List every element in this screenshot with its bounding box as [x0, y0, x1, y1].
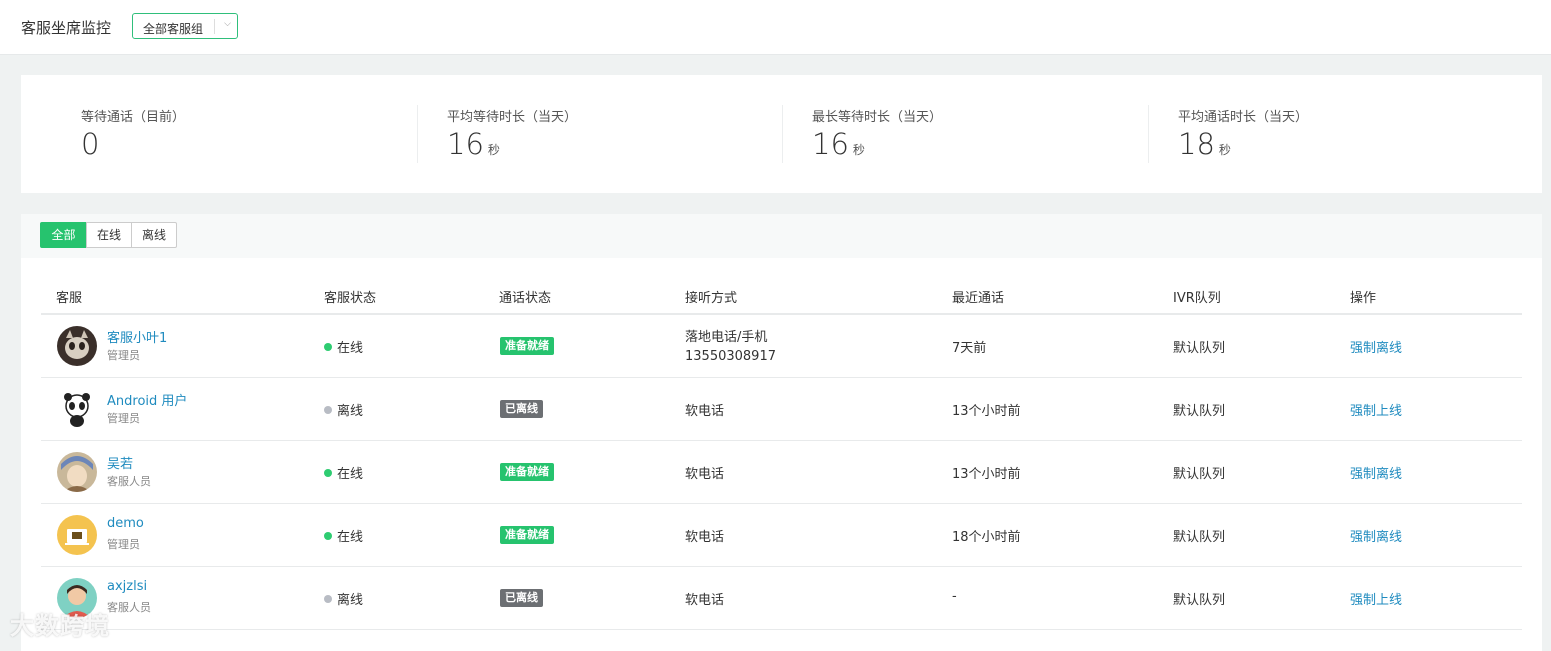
ivr-queue: 默认队列	[1173, 404, 1226, 419]
table-row: 吴若 客服人员 在线 准备就绪 软电话 13个小时前 默认队列 强制离线	[41, 441, 1522, 504]
agent-role: 管理员	[107, 412, 140, 425]
answer-mode: 落地电话/手机 13550308917	[685, 330, 776, 364]
ivr-queue: 默认队列	[1173, 467, 1226, 482]
agent-role: 管理员	[107, 538, 140, 551]
table-row: demo 管理员 在线 准备就绪 软电话 18个小时前 默认队列 强制离线	[41, 504, 1522, 567]
recent-call: 7天前	[952, 341, 987, 356]
call-status-badge: 准备就绪	[500, 463, 554, 481]
stat-label: 平均等待时长（当天）	[447, 110, 578, 125]
col-recent-call: 最近通话	[952, 291, 1005, 306]
stat-max-wait: 最长等待时长（当天） 16 秒	[752, 75, 1118, 193]
agents-table: 客服 客服状态 通话状态 接听方式 最近通话 IVR队列 操作 客服小叶1 管理…	[41, 276, 1522, 630]
avatar	[57, 389, 97, 429]
stat-value: 18 秒	[1178, 127, 1231, 161]
watermark: 大数跨境	[10, 612, 110, 640]
col-ivr-queue: IVR队列	[1173, 291, 1221, 306]
call-status-badge: 已离线	[500, 589, 543, 607]
agent-group-select-value: 全部客服组	[143, 22, 204, 36]
agent-name-link[interactable]: axjzlsi	[107, 579, 147, 594]
agents-panel: 全部 在线 离线 客服 客服状态 通话状态 接听方式 最近通话 IVR队列 操作…	[21, 214, 1542, 651]
agent-role: 客服人员	[107, 601, 151, 614]
agent-name-link[interactable]: Android 用户	[107, 390, 187, 409]
filter-offline-button[interactable]: 离线	[131, 222, 177, 248]
force-online-link[interactable]: 强制上线	[1350, 589, 1402, 608]
avatar	[57, 452, 97, 492]
online-dot-icon	[324, 469, 332, 477]
stat-value: 0	[81, 127, 100, 161]
answer-mode: 软电话	[685, 530, 725, 545]
force-offline-link[interactable]: 强制离线	[1350, 526, 1402, 545]
online-dot-icon	[324, 532, 332, 540]
agent-role: 客服人员	[107, 475, 151, 488]
agent-group-select[interactable]: 全部客服组 ⌵	[132, 13, 238, 39]
agent-status: 离线	[324, 400, 363, 419]
agent-status: 在线	[324, 463, 363, 482]
avatar	[57, 326, 97, 366]
col-agent-status: 客服状态	[324, 291, 377, 306]
ivr-queue: 默认队列	[1173, 530, 1226, 545]
stats-panel: 等待通话（目前） 0 平均等待时长（当天） 16 秒 最长等待时长（当天） 16 秒…	[21, 75, 1542, 193]
force-offline-link[interactable]: 强制离线	[1350, 337, 1402, 356]
select-divider	[214, 19, 215, 34]
status-filter: 全部 在线 离线	[40, 222, 177, 248]
ivr-queue: 默认队列	[1173, 593, 1226, 608]
online-dot-icon	[324, 343, 332, 351]
agent-status: 在线	[324, 526, 363, 545]
stat-label: 平均通话时长（当天）	[1178, 110, 1309, 125]
stat-divider	[782, 105, 783, 163]
agent-name-link[interactable]: 客服小叶1	[107, 327, 167, 346]
stat-value: 16 秒	[812, 127, 865, 161]
chevron-down-icon: ⌵	[224, 19, 231, 29]
filter-bar: 全部 在线 离线	[21, 214, 1542, 258]
recent-call: -	[952, 589, 957, 604]
offline-dot-icon	[324, 406, 332, 414]
call-status-badge: 已离线	[500, 400, 543, 418]
top-bar: 客服坐席监控 全部客服组 ⌵	[0, 0, 1551, 55]
stat-avg-call: 平均通话时长（当天） 18 秒	[1118, 75, 1484, 193]
recent-call: 13个小时前	[952, 404, 1021, 419]
stat-avg-wait: 平均等待时长（当天） 16 秒	[387, 75, 753, 193]
agent-name-link[interactable]: demo	[107, 516, 144, 531]
ivr-queue: 默认队列	[1173, 341, 1226, 356]
agent-status: 离线	[324, 589, 363, 608]
table-row: Android 用户 管理员 离线 已离线 软电话 13个小时前 默认队列 强制…	[41, 378, 1522, 441]
stat-label: 最长等待时长（当天）	[812, 110, 943, 125]
col-answer-mode: 接听方式	[685, 291, 738, 306]
force-offline-link[interactable]: 强制离线	[1350, 463, 1402, 482]
agent-name-link[interactable]: 吴若	[107, 453, 133, 472]
answer-mode: 软电话	[685, 404, 725, 419]
recent-call: 13个小时前	[952, 467, 1021, 482]
stat-divider	[417, 105, 418, 163]
agent-role: 管理员	[107, 349, 140, 362]
stat-value: 16 秒	[447, 127, 500, 161]
stat-waiting-calls: 等待通话（目前） 0	[21, 75, 387, 193]
col-call-status: 通话状态	[499, 291, 552, 306]
agent-status: 在线	[324, 337, 363, 356]
avatar	[57, 515, 97, 555]
page-title: 客服坐席监控	[21, 19, 112, 37]
table-header: 客服 客服状态 通话状态 接听方式 最近通话 IVR队列 操作	[41, 276, 1522, 315]
stat-label: 等待通话（目前）	[81, 110, 186, 125]
table-row: 客服小叶1 管理员 在线 准备就绪 落地电话/手机 13550308917 7天前…	[41, 315, 1522, 378]
call-status-badge: 准备就绪	[500, 337, 554, 355]
answer-mode: 软电话	[685, 467, 725, 482]
col-actions: 操作	[1350, 291, 1377, 306]
recent-call: 18个小时前	[952, 530, 1021, 545]
filter-online-button[interactable]: 在线	[86, 222, 132, 248]
filter-all-button[interactable]: 全部	[40, 222, 87, 248]
answer-mode: 软电话	[685, 593, 725, 608]
force-online-link[interactable]: 强制上线	[1350, 400, 1402, 419]
table-row: axjzlsi 客服人员 离线 已离线 软电话 - 默认队列 强制上线	[41, 567, 1522, 630]
call-status-badge: 准备就绪	[500, 526, 554, 544]
stat-divider	[1148, 105, 1149, 163]
col-agent: 客服	[56, 291, 83, 306]
offline-dot-icon	[324, 595, 332, 603]
